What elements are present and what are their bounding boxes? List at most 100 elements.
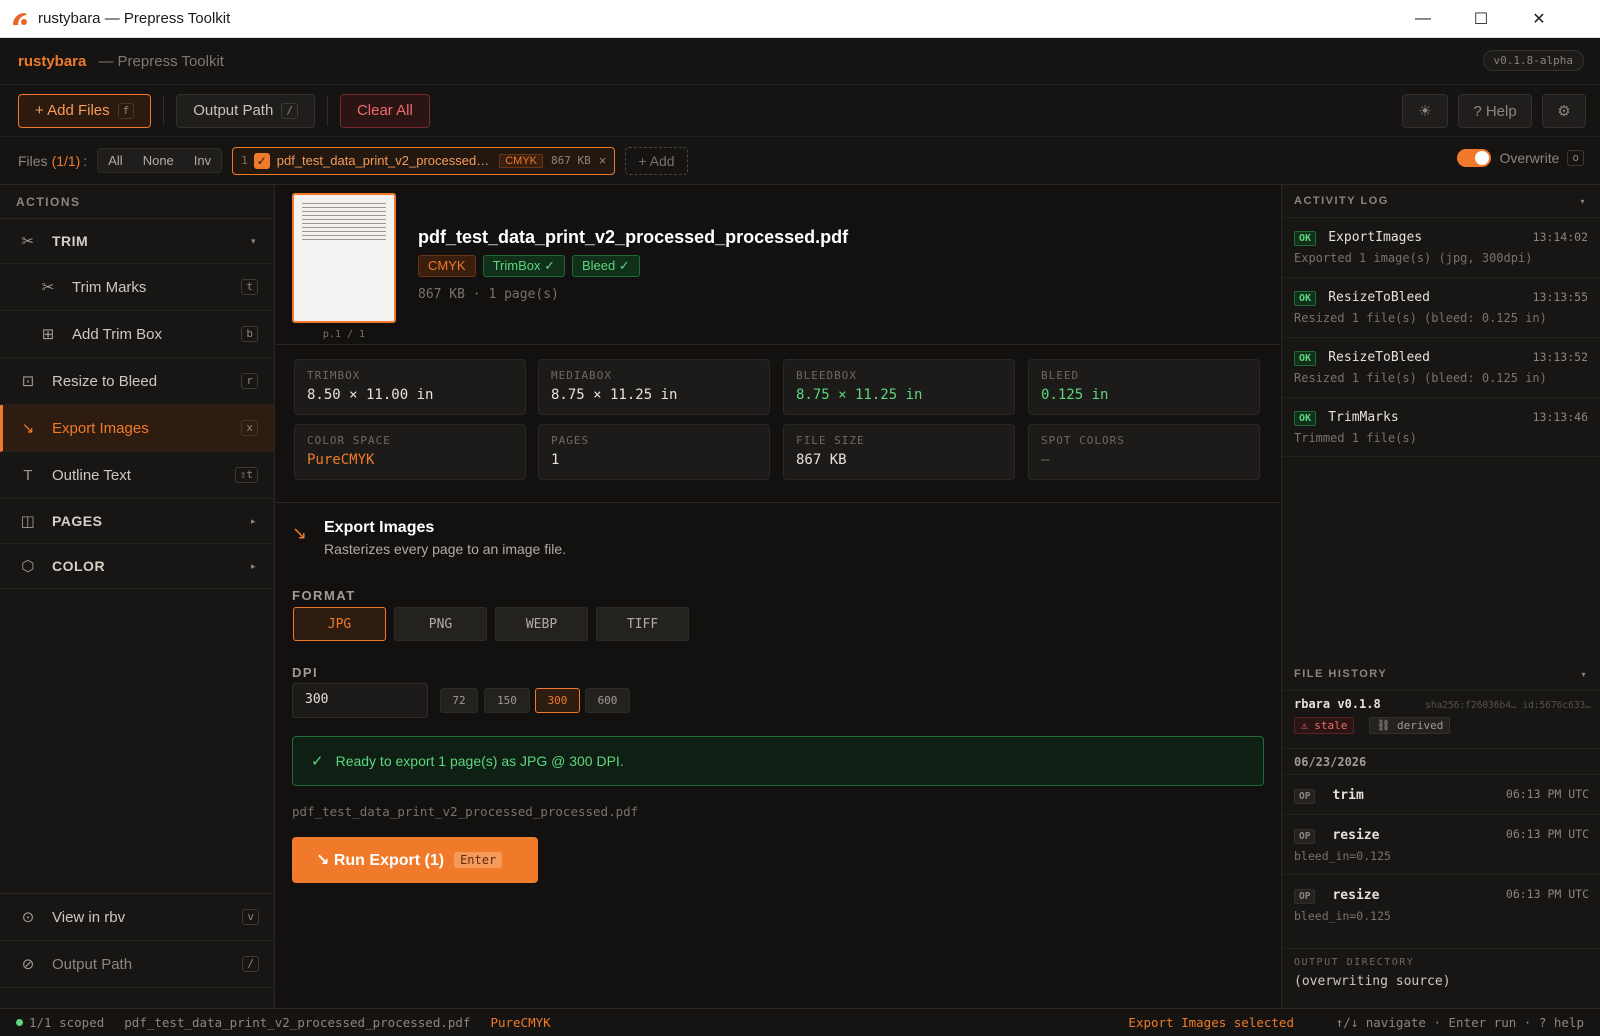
stale-tag: ⚠ stale	[1294, 717, 1355, 734]
sidebar-group-pages[interactable]: ◫ PAGES ▸	[0, 499, 274, 544]
toolbar-divider	[163, 95, 165, 126]
select-invert-button[interactable]: Inv	[184, 149, 221, 172]
op-tag: OP	[1294, 789, 1316, 804]
dpi-preset-300[interactable]: 300	[535, 688, 580, 713]
log-time: 13:14:02	[1532, 230, 1588, 244]
remove-file-icon[interactable]: ×	[599, 153, 607, 168]
sidebar-group-trim[interactable]: ✂ TRIM ▾	[0, 219, 274, 264]
sidebar-item-label: Add Trim Box	[72, 325, 163, 343]
sidebar-heading: ACTIONS	[0, 185, 274, 219]
sidebar-item-label: Resize to Bleed	[52, 372, 158, 390]
help-button[interactable]: ? Help	[1458, 94, 1532, 128]
action-description: Rasterizes every page to an image file.	[324, 541, 567, 557]
sidebar-item-add-trim-box[interactable]: ⊞ Add Trim Box b	[0, 311, 274, 358]
sidebar-output-path-button[interactable]: ⊘ Output Path /	[0, 941, 275, 988]
history-date: 06/23/2026	[1282, 748, 1600, 774]
add-file-chip[interactable]: + Add	[625, 146, 688, 175]
file-chip[interactable]: 1 ✓ pdf_test_data_print_v2_processed… CM…	[232, 146, 616, 175]
file-history-header[interactable]: FILE HISTORY ▾	[1282, 658, 1600, 690]
output-path-button[interactable]: Output Path /	[176, 93, 315, 128]
select-none-button[interactable]: None	[133, 149, 184, 172]
resize-icon: ⊡	[21, 373, 35, 390]
history-op-time: 06:13 PM UTC	[1505, 887, 1589, 901]
stat-spot-colors: SPOT COLORS —	[1028, 424, 1260, 480]
close-window-button[interactable]: ✕	[1510, 0, 1568, 38]
output-directory-value: (overwriting source)	[1294, 974, 1451, 989]
activity-log-header[interactable]: ACTIVITY LOG ▾	[1282, 185, 1600, 217]
log-message: Trimmed 1 file(s)	[1294, 431, 1417, 445]
trimbox-badge: TrimBox ✓	[482, 255, 565, 277]
log-time: 13:13:46	[1532, 410, 1588, 424]
stat-color-space: COLOR SPACE PureCMYK	[294, 424, 526, 480]
cmyk-badge: CMYK	[418, 255, 476, 277]
dpi-preset-150[interactable]: 150	[484, 688, 530, 713]
log-entry: OK ResizeToBleed 13:13:55 Resized 1 file…	[1282, 277, 1600, 337]
bleed-badge: Bleed ✓	[571, 255, 640, 277]
sidebar-group-color[interactable]: ⬡ COLOR ▸	[0, 544, 274, 589]
sidebar-item-shortcut: b	[241, 326, 258, 342]
history-op-time: 06:13 PM UTC	[1505, 827, 1589, 841]
format-tiff-button[interactable]: TIFF	[596, 607, 689, 641]
run-export-label: ↘ Run Export (1)	[316, 852, 445, 869]
export-arrow-icon: ↘	[21, 420, 35, 437]
derived-tag: ⛓ derived	[1369, 717, 1451, 734]
output-path-shortcut: /	[281, 102, 298, 119]
history-op-arg: bleed_in=0.125	[1294, 849, 1391, 863]
sidebar-item-export-images[interactable]: ↘ Export Images x	[0, 405, 274, 452]
status-file: pdf_test_data_print_v2_processed_process…	[124, 1015, 471, 1030]
select-all-button[interactable]: All	[98, 149, 132, 172]
stat-label: SPOT COLORS	[1041, 434, 1125, 447]
history-op-name: resize	[1332, 888, 1380, 903]
main-panel: p.1 / 1 pdf_test_data_print_v2_processed…	[276, 185, 1280, 1008]
log-op: TrimMarks	[1328, 410, 1399, 425]
log-message: Resized 1 file(s) (bleed: 0.125 in)	[1294, 371, 1547, 385]
sidebar-item-trim-marks[interactable]: ✂ Trim Marks t	[0, 264, 274, 311]
stat-value: 8.50 × 11.00 in	[307, 387, 434, 403]
theme-toggle-button[interactable]: ☀	[1402, 94, 1448, 128]
format-png-button[interactable]: PNG	[394, 607, 487, 641]
dpi-preset-72[interactable]: 72	[440, 688, 478, 713]
sidebar-output-path-shortcut: /	[242, 956, 259, 972]
divider	[276, 344, 1280, 345]
file-badges: CMYK TrimBox ✓ Bleed ✓	[418, 255, 647, 277]
format-jpg-button[interactable]: JPG	[293, 607, 386, 641]
file-chip-name: pdf_test_data_print_v2_processed…	[276, 153, 490, 168]
stat-value: 0.125 in	[1041, 387, 1109, 403]
stat-value: 8.75 × 11.25 in	[796, 387, 923, 403]
sidebar-group-label: COLOR	[52, 558, 106, 574]
ok-status-tag: OK	[1294, 351, 1317, 366]
page-thumbnail[interactable]	[292, 193, 396, 323]
action-title: Export Images	[324, 519, 435, 536]
scissors-icon: ✂	[21, 233, 35, 250]
page-caption: p.1 / 1	[322, 329, 366, 340]
chevron-down-icon: ▾	[1580, 196, 1586, 206]
run-export-button[interactable]: ↘ Run Export (1) Enter	[292, 837, 538, 883]
actions-sidebar: ACTIONS ✂ TRIM ▾ ✂ Trim Marks t ⊞ Add Tr…	[0, 185, 275, 1008]
settings-button[interactable]: ⚙	[1542, 94, 1586, 128]
log-op: ResizeToBleed	[1328, 350, 1430, 365]
sidebar-item-resize-to-bleed[interactable]: ⊡ Resize to Bleed r	[0, 358, 274, 405]
files-colon: :	[83, 152, 88, 169]
sidebar-item-outline-text[interactable]: T Outline Text ⇧t	[0, 452, 274, 499]
format-webp-button[interactable]: WEBP	[495, 607, 588, 641]
sidebar-output-path-label: Output Path	[52, 955, 133, 973]
disabled-circle-icon: ⊘	[21, 956, 35, 973]
view-in-rbv-button[interactable]: ⊙ View in rbv v	[0, 894, 275, 941]
dpi-input[interactable]: 300	[292, 683, 428, 718]
maximize-button[interactable]: ☐	[1452, 0, 1510, 38]
add-files-button[interactable]: + Add Files f	[18, 93, 152, 128]
minimize-button[interactable]: —	[1394, 0, 1452, 38]
files-count: (1/1)	[51, 152, 81, 169]
dpi-preset-600[interactable]: 600	[585, 688, 630, 713]
stat-label: BLEED	[1041, 369, 1080, 382]
overwrite-toggle[interactable]	[1457, 149, 1492, 167]
sidebar-footer: ⊙ View in rbv v ⊘ Output Path /	[0, 893, 275, 988]
ok-status-tag: OK	[1294, 291, 1317, 306]
file-checkbox[interactable]: ✓	[253, 152, 270, 169]
ok-status-tag: OK	[1294, 411, 1317, 426]
eye-icon: ⊙	[21, 909, 35, 926]
op-tag: OP	[1294, 889, 1316, 904]
stat-label: MEDIABOX	[551, 369, 612, 382]
clear-all-button[interactable]: Clear All	[339, 93, 430, 128]
log-op: ExportImages	[1328, 230, 1423, 245]
